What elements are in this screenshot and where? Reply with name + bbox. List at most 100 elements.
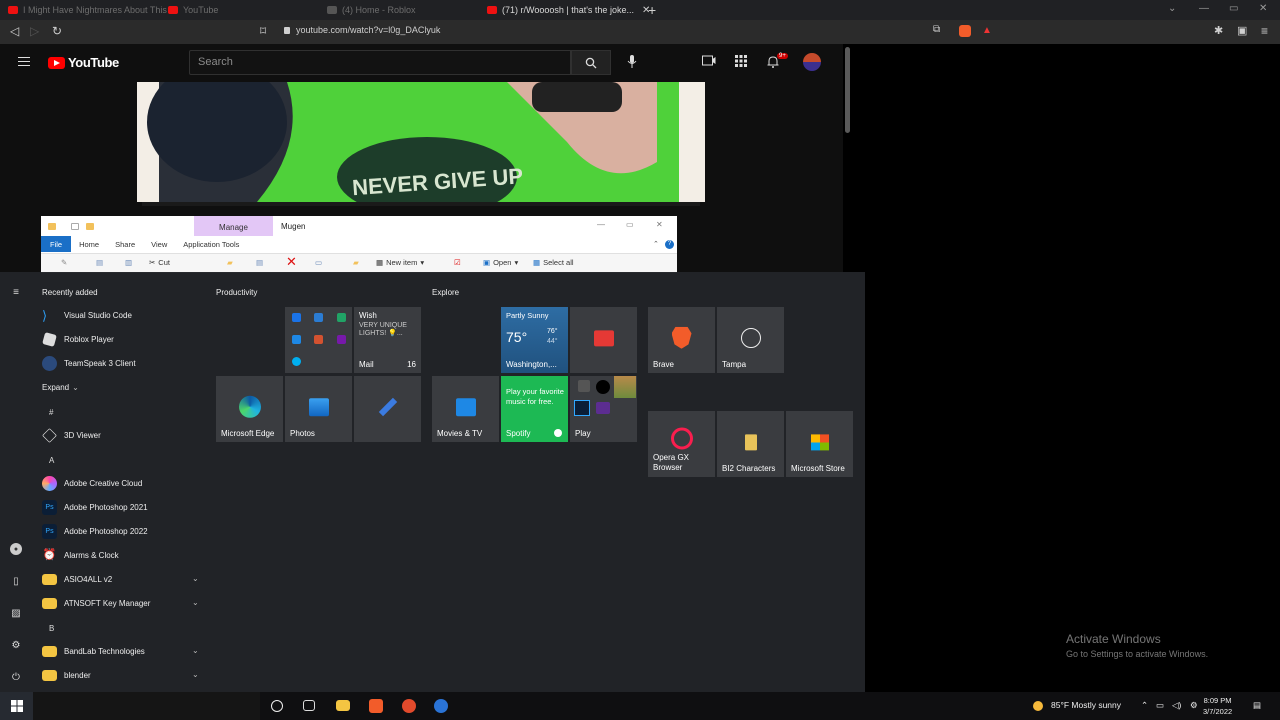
browser-tab-active[interactable]: (71) r/Woooosh | that's the joke... ✕ bbox=[487, 0, 650, 20]
cut-button[interactable]: ✂ Cut bbox=[149, 258, 170, 267]
browser-tab[interactable]: YouTube bbox=[168, 0, 218, 20]
list-item[interactable]: 3D Viewer bbox=[42, 425, 101, 445]
hamburger-menu-icon[interactable] bbox=[18, 57, 30, 66]
list-item[interactable]: ⏰ Alarms & Clock bbox=[42, 545, 119, 565]
avatar[interactable] bbox=[803, 53, 821, 71]
close-window-icon[interactable]: ✕ bbox=[1259, 3, 1267, 14]
create-video-icon[interactable] bbox=[702, 55, 716, 69]
settings-gear-icon[interactable]: ⚙ bbox=[10, 639, 22, 651]
user-account-icon[interactable]: ● bbox=[10, 543, 22, 555]
network-icon[interactable]: ▭ bbox=[1156, 700, 1164, 711]
list-item[interactable]: TeamSpeak 3 Client bbox=[42, 353, 136, 373]
photos-tile[interactable]: Photos bbox=[285, 376, 352, 442]
close-window-icon[interactable]: ✕ bbox=[656, 220, 663, 229]
edge-tile[interactable]: Microsoft Edge bbox=[216, 376, 283, 442]
copy-to-icon[interactable]: ▤ bbox=[256, 258, 263, 267]
collapse-ribbon-icon[interactable]: ⌃ bbox=[653, 240, 659, 248]
task-view-icon[interactable] bbox=[303, 700, 315, 711]
maximize-icon[interactable]: ▭ bbox=[1229, 3, 1238, 14]
group-heading-productivity[interactable]: Productivity bbox=[216, 288, 257, 297]
help-icon[interactable]: ? bbox=[665, 239, 674, 249]
new-tab-button[interactable]: + bbox=[648, 2, 656, 18]
brave-rewards-icon[interactable]: ▲ bbox=[982, 25, 994, 37]
copy-icon[interactable]: ▤ bbox=[96, 258, 103, 267]
tab-file[interactable]: File bbox=[41, 236, 72, 252]
open-button[interactable]: ▣ Open ▾ bbox=[483, 258, 518, 267]
mail-tile[interactable]: Wish VERY UNIQUE LIGHTS! 💡... Mail 16 bbox=[354, 307, 421, 373]
brave-icon[interactable] bbox=[369, 699, 383, 713]
news-tile[interactable] bbox=[570, 307, 637, 373]
volume-icon[interactable]: ◁) bbox=[1172, 700, 1181, 711]
office-tile-group[interactable] bbox=[285, 307, 352, 373]
taskbar-search-box[interactable] bbox=[33, 692, 260, 720]
letter-heading[interactable]: # bbox=[49, 408, 53, 417]
new-folder-icon[interactable] bbox=[86, 223, 94, 230]
opera-gx-tile[interactable]: Opera GX Browser bbox=[648, 411, 715, 477]
whiteboard-tile[interactable] bbox=[354, 376, 421, 442]
tab-home[interactable]: Home bbox=[71, 240, 107, 249]
weather-tile[interactable]: Partly Sunny 75° 76° 44° Washington,... bbox=[501, 307, 568, 373]
cortana-icon[interactable] bbox=[271, 700, 283, 712]
browser-tab[interactable]: (4) Home - Roblox bbox=[327, 0, 416, 20]
browser-tab[interactable]: I Might Have Nightmares About This bbox=[8, 0, 167, 20]
apps-grid-icon[interactable] bbox=[735, 55, 747, 70]
tab-application-tools[interactable]: Application Tools bbox=[175, 240, 247, 249]
steam-icon[interactable]: ⚙ bbox=[1190, 700, 1198, 711]
letter-heading[interactable]: B bbox=[49, 624, 54, 633]
minimize-icon[interactable]: — bbox=[1199, 3, 1209, 14]
tab-view[interactable]: View bbox=[143, 240, 175, 249]
list-item[interactable]: ⟩ Visual Studio Code bbox=[42, 305, 132, 325]
chevron-down-icon[interactable]: ⌄ bbox=[192, 598, 199, 607]
expand-button[interactable]: Expand ⌄ bbox=[42, 377, 79, 397]
share-icon[interactable]: ⧉ bbox=[933, 24, 940, 35]
new-folder-icon[interactable]: ▰ bbox=[353, 258, 359, 267]
list-item[interactable]: Adobe Creative Cloud bbox=[42, 473, 142, 493]
chevron-down-icon[interactable]: ⌄ bbox=[192, 646, 199, 655]
documents-icon[interactable]: ▯ bbox=[10, 575, 22, 587]
delete-icon[interactable]: ✕ bbox=[286, 254, 297, 270]
paste-icon[interactable]: ▥ bbox=[125, 258, 132, 267]
forward-icon[interactable]: ▷ bbox=[30, 24, 39, 38]
power-icon[interactable]: ⏻ bbox=[10, 671, 22, 683]
properties-icon[interactable] bbox=[71, 223, 79, 230]
minimize-icon[interactable]: — bbox=[597, 220, 605, 229]
wallet-icon[interactable]: ▣ bbox=[1237, 24, 1247, 37]
taskbar-weather[interactable]: 85°F Mostly sunny bbox=[1051, 700, 1121, 710]
select-all-button[interactable]: ▦ Select all bbox=[533, 258, 574, 267]
maximize-icon[interactable]: ▭ bbox=[626, 220, 634, 229]
list-item[interactable]: Ps Adobe Photoshop 2021 bbox=[42, 497, 148, 517]
mugen-icon[interactable] bbox=[434, 699, 448, 713]
start-button[interactable] bbox=[0, 692, 33, 720]
back-icon[interactable]: ◁ bbox=[10, 24, 19, 38]
tab-share[interactable]: Share bbox=[107, 240, 143, 249]
menu-icon[interactable]: ≡ bbox=[1261, 24, 1268, 38]
tampa-tile[interactable]: Tampa bbox=[717, 307, 784, 373]
file-explorer-icon[interactable] bbox=[336, 700, 350, 711]
clock[interactable]: 8:09 PM 3/7/2022 bbox=[1203, 695, 1232, 717]
list-item[interactable]: ATNSOFT Key Manager bbox=[42, 593, 150, 613]
spotify-tile[interactable]: Play your favorite music for free. Spoti… bbox=[501, 376, 568, 442]
move-to-icon[interactable]: ▰ bbox=[227, 258, 233, 267]
url-field[interactable]: youtube.com/watch?v=l0g_DAClyuk bbox=[284, 25, 440, 35]
extensions-icon[interactable]: ✱ bbox=[1214, 24, 1223, 37]
properties-check-icon[interactable]: ☑ bbox=[454, 258, 461, 267]
group-heading-explore[interactable]: Explore bbox=[432, 288, 459, 297]
play-tile[interactable]: Play bbox=[570, 376, 637, 442]
microsoft-store-tile[interactable]: Microsoft Store bbox=[786, 411, 853, 477]
chevron-down-icon[interactable]: ⌄ bbox=[192, 670, 199, 679]
page-scrollbar[interactable] bbox=[845, 47, 850, 133]
app-icon[interactable] bbox=[402, 699, 416, 713]
list-item[interactable]: BandLab Technologies bbox=[42, 641, 145, 661]
movies-tv-tile[interactable]: Movies & TV bbox=[432, 376, 499, 442]
pictures-icon[interactable]: ▨ bbox=[10, 607, 22, 619]
chevron-up-icon[interactable]: ⌃ bbox=[1141, 700, 1148, 711]
weather-sun-icon[interactable] bbox=[1033, 701, 1043, 711]
reload-icon[interactable]: ↻ bbox=[52, 24, 62, 38]
microphone-icon[interactable] bbox=[627, 55, 637, 71]
bi2-characters-tile[interactable]: BI2 Characters bbox=[717, 411, 784, 477]
notifications-icon[interactable]: ▤ bbox=[1253, 700, 1261, 711]
list-item[interactable]: blender bbox=[42, 665, 91, 685]
letter-heading[interactable]: A bbox=[49, 456, 54, 465]
list-item[interactable]: Roblox Player bbox=[42, 329, 114, 349]
new-item-button[interactable]: ▦ New item ▾ bbox=[376, 258, 424, 267]
